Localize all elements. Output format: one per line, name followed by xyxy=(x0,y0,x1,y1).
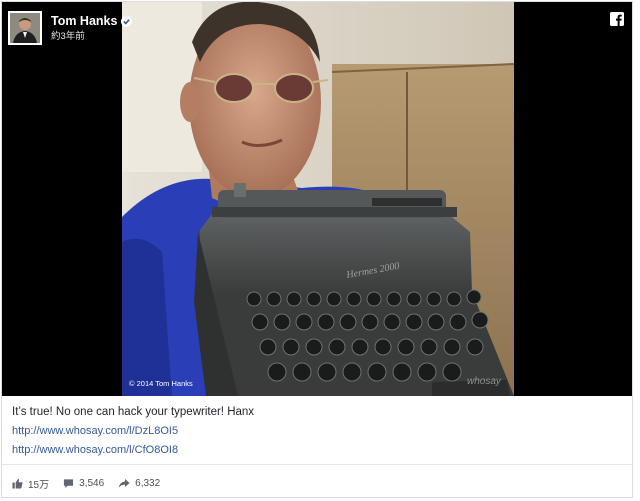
photo-copyright: © 2014 Tom Hanks xyxy=(129,379,193,388)
comment-icon xyxy=(64,478,74,488)
avatar[interactable] xyxy=(8,11,42,45)
post-link-2[interactable]: http://www.whosay.com/l/CfO8OI8 xyxy=(12,444,178,456)
divider xyxy=(2,464,632,465)
comment-count[interactable]: 3,546 xyxy=(63,478,104,489)
post-stats: 15万 3,546 6,332 xyxy=(12,474,174,492)
comment-count-text: 3,546 xyxy=(79,477,105,489)
photo-watermark: whosay xyxy=(467,376,501,387)
post-header: Tom Hanks 約3年前 xyxy=(8,10,133,46)
like-count[interactable]: 15万 xyxy=(12,476,49,491)
post-timestamp[interactable]: 約3年前 xyxy=(51,31,132,42)
post-caption: It’s true! No one can hack your typewrit… xyxy=(12,406,255,418)
like-count-text: 15万 xyxy=(28,479,50,491)
tom-hanks-typewriter-photo: Hermes 2000 xyxy=(2,2,632,396)
share-arrow-icon xyxy=(118,478,130,488)
post-photo[interactable]: Hermes 2000 Tom Hanks 約3年前 © 2014 Tom Ha… xyxy=(2,2,632,396)
share-count-text: 6,332 xyxy=(135,477,161,489)
thumbs-up-icon xyxy=(12,478,23,489)
post-link-1[interactable]: http://www.whosay.com/l/DzL8OI5 xyxy=(12,425,178,437)
facebook-post-embed: Hermes 2000 Tom Hanks 約3年前 © 2014 Tom Ha… xyxy=(1,1,633,498)
share-count[interactable]: 6,332 xyxy=(118,478,160,489)
author-name[interactable]: Tom Hanks xyxy=(51,15,117,28)
facebook-icon[interactable] xyxy=(610,12,624,26)
verified-badge-icon xyxy=(121,15,133,27)
avatar-image xyxy=(10,13,40,43)
